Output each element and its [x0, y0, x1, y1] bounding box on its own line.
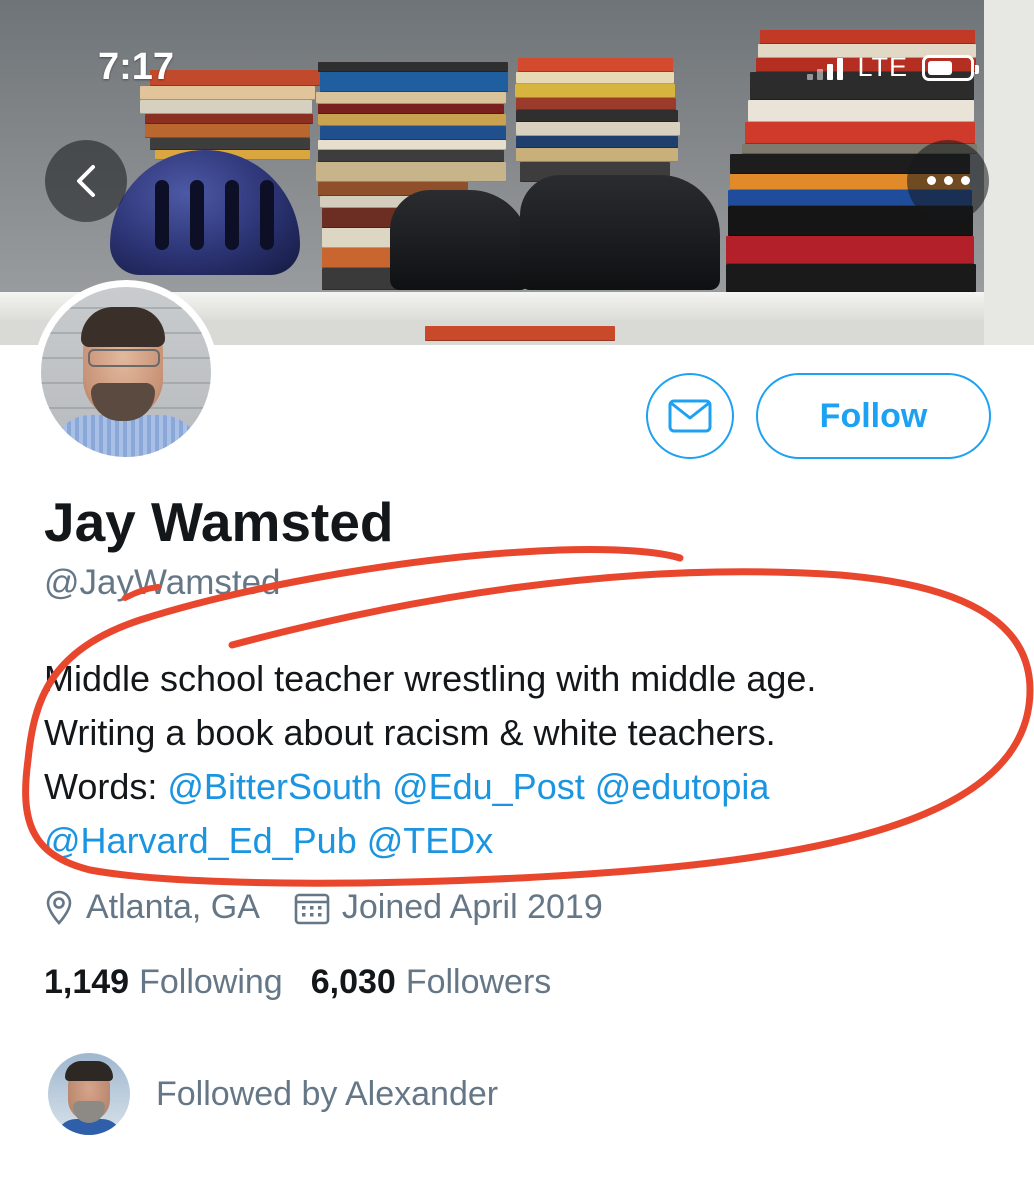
mail-icon [668, 399, 712, 433]
follower-avatar [48, 1053, 130, 1135]
following-link[interactable]: 1,149 Following [44, 963, 283, 1002]
mention-link[interactable]: @BitterSouth [167, 766, 382, 807]
mention-link[interactable]: @Edu_Post [392, 766, 585, 807]
join-date: Joined April 2019 [294, 888, 603, 927]
bio-line: @Harvard_Ed_Pub @TEDx [44, 814, 1004, 868]
profile-bio: Middle school teacher wrestling with mid… [44, 652, 1004, 868]
follow-button[interactable]: Follow [756, 373, 991, 459]
followed-by-text: Followed by Alexander [156, 1074, 499, 1113]
profile-name: Jay Wamsted [44, 491, 394, 553]
more-options-button[interactable] [907, 140, 989, 222]
follow-counts: 1,149 Following 6,030 Followers [44, 963, 551, 1002]
status-time: 7:17 [98, 46, 175, 88]
followers-link[interactable]: 6,030 Followers [311, 963, 552, 1002]
location-text: Atlanta, GA [86, 888, 260, 926]
battery-icon [922, 54, 979, 81]
followed-by[interactable]: Followed by Alexander [48, 1053, 498, 1135]
status-indicators: LTE [807, 52, 979, 83]
avatar-photo [41, 287, 211, 457]
network-type: LTE [857, 52, 908, 82]
bio-line: Words: @BitterSouth @Edu_Post @edutopia [44, 760, 1004, 814]
mention-link[interactable]: @edutopia [595, 766, 770, 807]
profile-meta: Atlanta, GA Joined April 2019 [44, 888, 637, 927]
chevron-left-icon [77, 165, 95, 197]
profile-avatar[interactable] [34, 280, 218, 464]
location-pin-icon [46, 890, 72, 925]
bio-words-label: Words: [44, 766, 158, 807]
more-horizontal-icon [923, 172, 974, 190]
bio-line: Middle school teacher wrestling with mid… [44, 658, 817, 699]
followers-label: Followers [405, 963, 552, 1001]
bio-line: Writing a book about racism & white teac… [44, 712, 776, 753]
following-count: 1,149 [44, 963, 130, 1001]
signal-icon [807, 56, 844, 80]
back-button[interactable] [45, 140, 127, 222]
profile-handle: @JayWamsted [44, 563, 281, 602]
calendar-icon [294, 893, 330, 924]
following-label: Following [139, 963, 283, 1001]
mention-link[interactable]: @Harvard_Ed_Pub [44, 820, 357, 861]
followers-count: 6,030 [310, 963, 396, 1001]
joined-text: Joined April 2019 [341, 888, 603, 926]
mention-link[interactable]: @TEDx [367, 820, 494, 861]
message-button[interactable] [646, 373, 734, 459]
location: Atlanta, GA [44, 888, 260, 927]
